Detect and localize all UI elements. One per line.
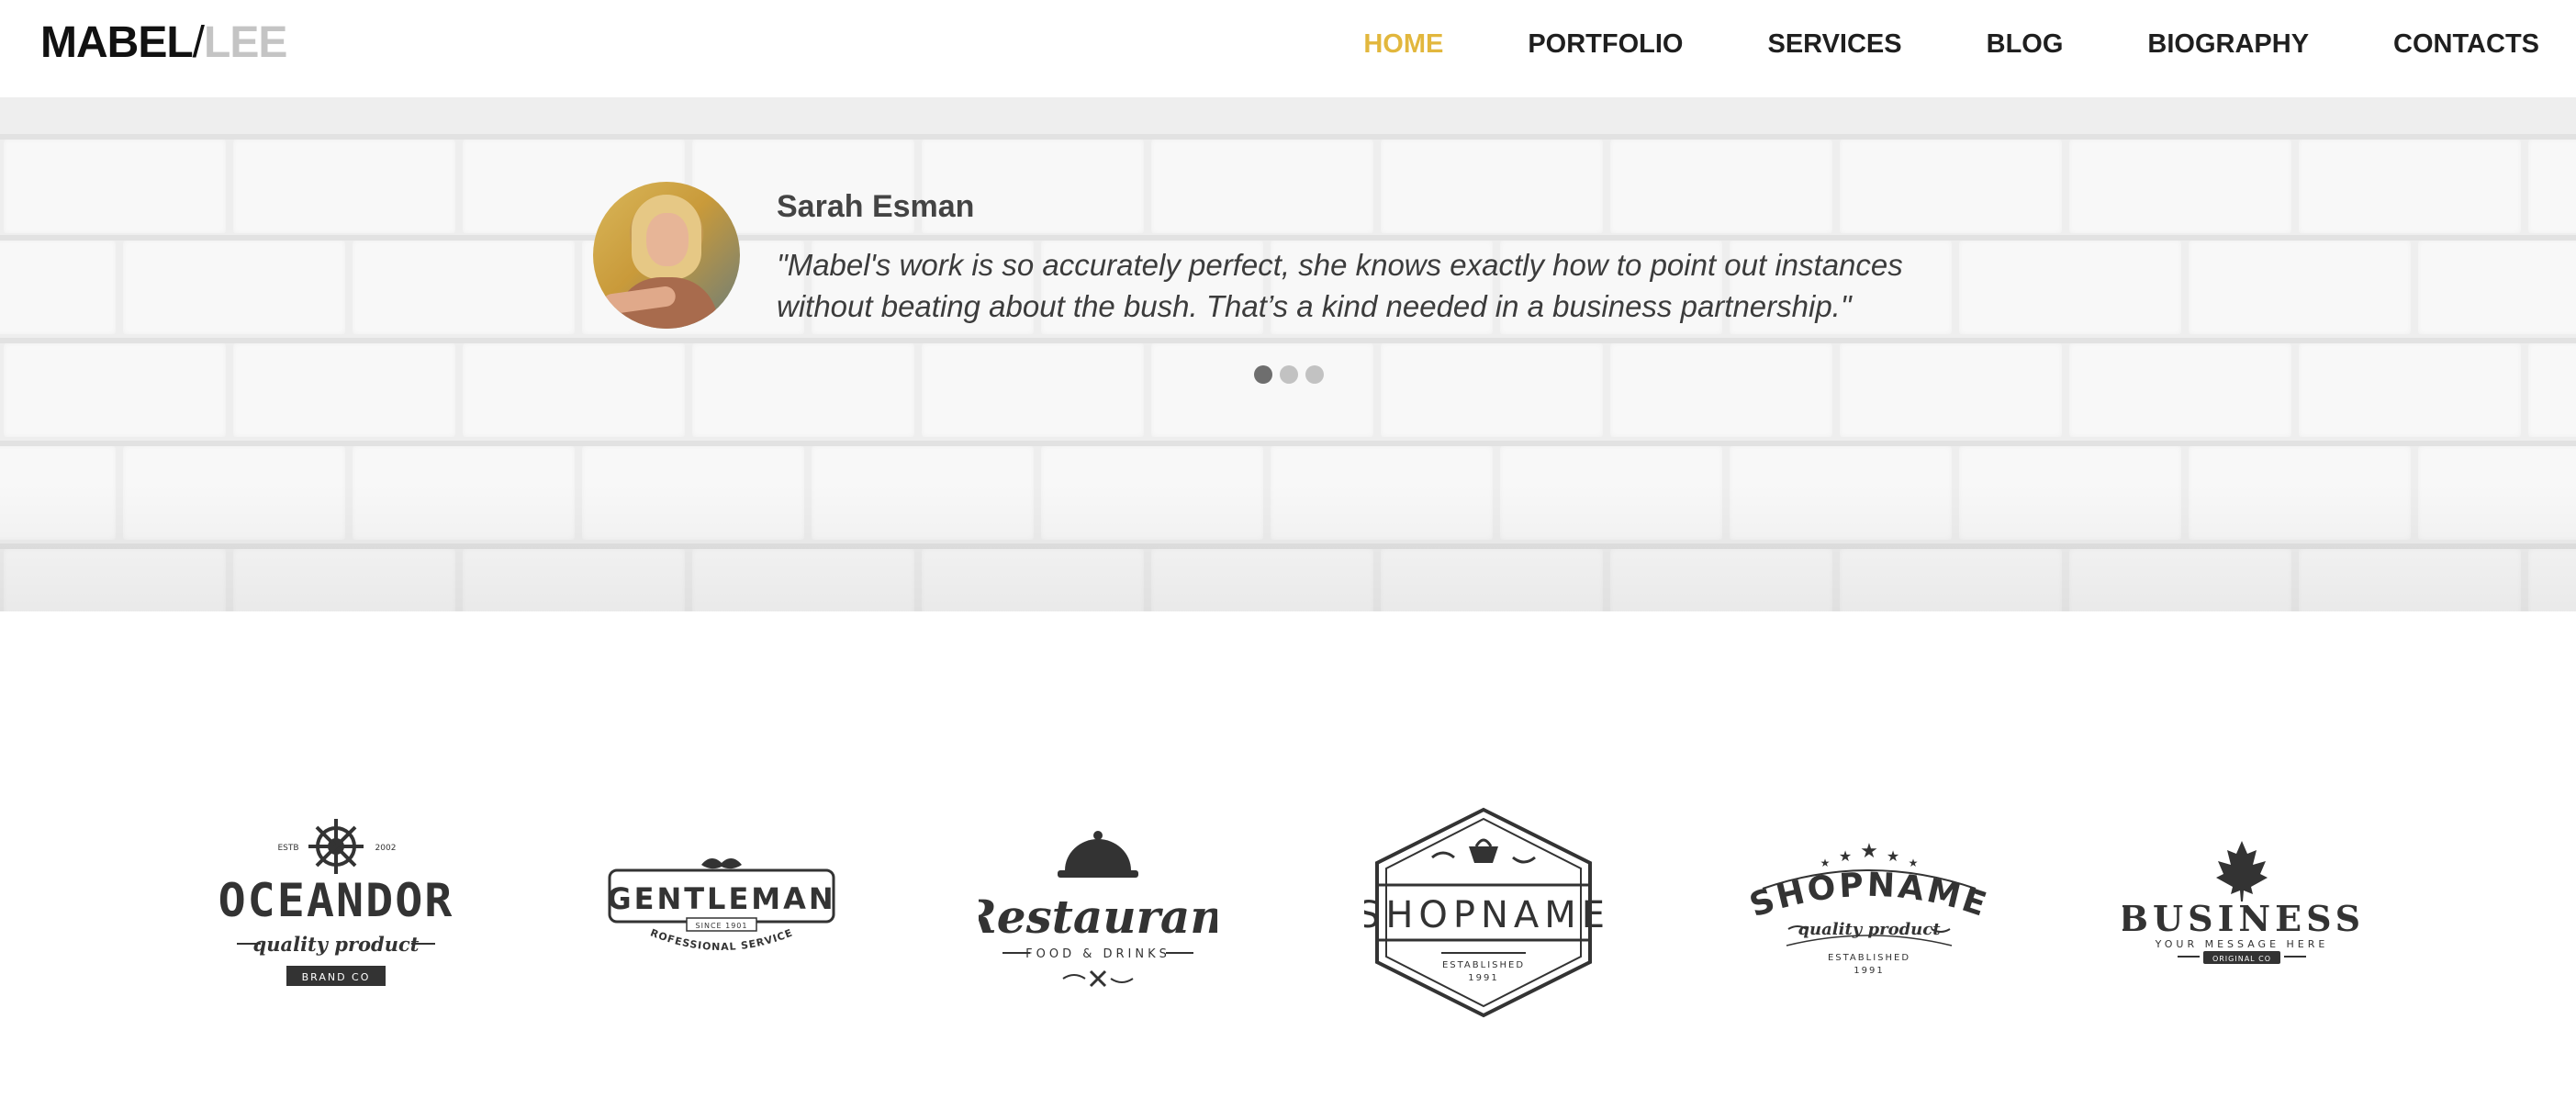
ship-wheel-icon xyxy=(308,819,364,874)
brand-name: SHOPNAME xyxy=(1750,867,1988,925)
brand-logo-business[interactable]: BUSINESS YOUR MESSAGE HERE ORIGINAL CO xyxy=(2122,839,2361,968)
mustache-icon xyxy=(701,858,742,869)
brick xyxy=(1610,140,1832,233)
nav-biography[interactable]: BIOGRAPHY xyxy=(2147,26,2309,62)
brick xyxy=(2299,140,2521,233)
brand-logo-shopname-arc[interactable]: ★ ★ ★ ★ ★ SHOPNAME quality product ESTAB… xyxy=(1750,834,1988,980)
testimonial-avatar xyxy=(593,182,740,329)
logo-slash: / xyxy=(192,18,205,67)
brand-tagline: YOUR MESSAGE HERE xyxy=(2155,938,2329,950)
cloche-icon xyxy=(1058,831,1138,878)
brand-year: 1991 xyxy=(1468,973,1498,983)
brand-year-label: 2002 xyxy=(375,844,397,853)
brick xyxy=(0,241,116,334)
brand-footer: ORIGINAL CO xyxy=(2212,955,2271,963)
brick xyxy=(2069,140,2291,233)
svg-text:★: ★ xyxy=(1909,857,1919,869)
brand-name: SHOPNAME xyxy=(1364,894,1603,936)
stars-icon: ★ ★ ★ ★ ★ xyxy=(1820,840,1919,869)
basket-icon xyxy=(1469,838,1498,863)
hero-shade xyxy=(0,483,2576,611)
nav-home[interactable]: HOME xyxy=(1363,26,1443,62)
brand-since: SINCE 1901 xyxy=(696,922,748,930)
svg-text:★: ★ xyxy=(1860,840,1878,863)
brick xyxy=(353,241,575,334)
brand-footer: BRAND CO xyxy=(302,971,371,983)
brand-year: 1991 xyxy=(1854,966,1884,976)
logo-first-name: MABEL xyxy=(40,18,194,67)
main-nav: HOME PORTFOLIO SERVICES BLOG BIOGRAPHY C… xyxy=(1279,26,2539,62)
brand-logo-gentleman[interactable]: GENTLEMAN SINCE 1901 PROFESSIONAL SERVIC… xyxy=(602,845,841,964)
svg-text:★: ★ xyxy=(1820,857,1831,869)
testimonial-author: Sarah Esman xyxy=(777,189,975,224)
brand-logo-oceandor[interactable]: ESTB 2002 OCEANDOR quality product BRAND… xyxy=(217,813,455,997)
brand-logo-shopname-hex[interactable]: SHOPNAME ESTABLISHED 1991 xyxy=(1364,806,1603,1019)
brand-name: GENTLEMAN xyxy=(607,881,835,916)
brand-name: BUSINESS xyxy=(2122,898,2361,939)
brick xyxy=(4,140,226,233)
brand-name: OCEANDOR xyxy=(218,874,454,927)
maple-leaf-icon xyxy=(2216,841,2268,902)
brick xyxy=(2418,241,2576,334)
slider-dot-2[interactable] xyxy=(1280,365,1298,384)
brick-mortar-line xyxy=(0,441,2576,446)
brick xyxy=(1151,343,1373,437)
brand-logo-restaurant[interactable]: Restaurant FOOD & DRINKS xyxy=(979,828,1217,993)
brick-mortar-line xyxy=(0,338,2576,343)
slider-pagination xyxy=(1254,365,1324,384)
nav-portfolio[interactable]: PORTFOLIO xyxy=(1528,26,1683,62)
brick xyxy=(1840,140,2062,233)
brick xyxy=(123,241,345,334)
brick xyxy=(233,343,455,437)
svg-text:★: ★ xyxy=(1887,847,1899,865)
brand-name: Restaurant xyxy=(979,890,1217,944)
slider-dot-1[interactable] xyxy=(1254,365,1272,384)
brand-tagline: quality product xyxy=(1798,920,1941,939)
brick xyxy=(1151,140,1373,233)
brick xyxy=(1959,241,2181,334)
brand-estb-label: ESTB xyxy=(277,844,298,853)
slider-dot-3[interactable] xyxy=(1305,365,1324,384)
fork-knife-icon xyxy=(1062,969,1134,988)
svg-text:★: ★ xyxy=(1839,847,1852,865)
svg-text:SHOPNAME: SHOPNAME xyxy=(1750,867,1988,925)
client-logos: ESTB 2002 OCEANDOR quality product BRAND… xyxy=(0,611,2576,1120)
brick xyxy=(1840,343,2062,437)
nav-contacts[interactable]: CONTACTS xyxy=(2393,26,2539,62)
brick xyxy=(1381,343,1603,437)
brick xyxy=(1610,343,1832,437)
brick-mortar-line xyxy=(0,134,2576,140)
brick xyxy=(4,343,226,437)
brand-established: ESTABLISHED xyxy=(1442,960,1525,970)
brick xyxy=(2069,343,2291,437)
testimonial-quote: "Mabel's work is so accurately perfect, … xyxy=(777,248,1903,323)
brick xyxy=(2528,140,2576,233)
brick xyxy=(1381,140,1603,233)
brick xyxy=(463,343,685,437)
brand-tagline: FOOD & DRINKS xyxy=(1025,947,1170,961)
brick xyxy=(2189,241,2411,334)
site-logo[interactable]: MABEL/LEE xyxy=(40,17,287,70)
brick xyxy=(692,343,914,437)
brick-mortar-line xyxy=(0,235,2576,241)
brick xyxy=(2299,343,2521,437)
testimonial-section: Sarah Esman "Mabel's work is so accurate… xyxy=(0,97,2576,611)
logo-last-name: LEE xyxy=(204,18,287,67)
brick xyxy=(922,343,1144,437)
brick xyxy=(233,140,455,233)
nav-services[interactable]: SERVICES xyxy=(1767,26,1901,62)
brand-tagline: quality product xyxy=(253,933,420,956)
brand-established: ESTABLISHED xyxy=(1828,953,1910,963)
site-header: MABEL/LEE HOME PORTFOLIO SERVICES BLOG B… xyxy=(0,0,2576,97)
nav-blog[interactable]: BLOG xyxy=(1987,26,2064,62)
brick xyxy=(2528,343,2576,437)
